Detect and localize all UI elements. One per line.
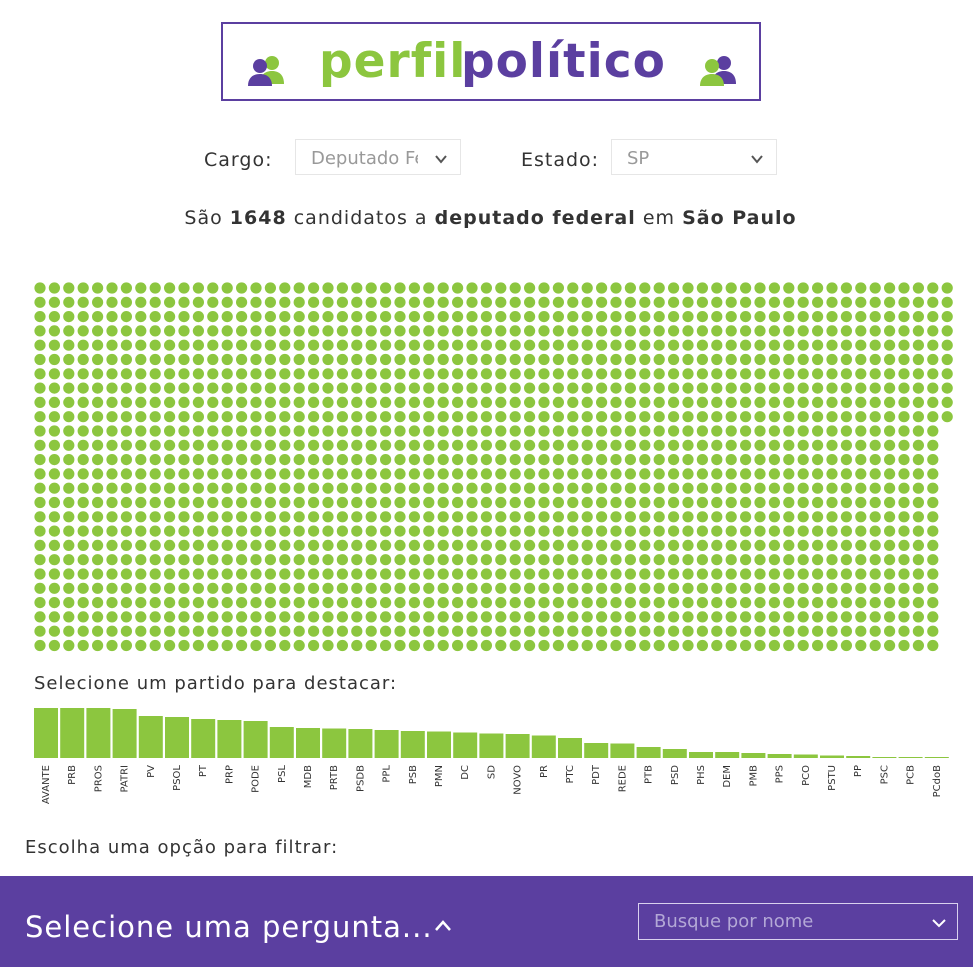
party-label-sd[interactable]: SD bbox=[486, 765, 497, 779]
party-label-dc[interactable]: DC bbox=[460, 765, 471, 780]
party-bar-pdt[interactable] bbox=[584, 743, 609, 758]
party-label-pcdob[interactable]: PCdoB bbox=[932, 765, 943, 797]
party-label-pps[interactable]: PPS bbox=[775, 765, 786, 783]
party-bar-prtb[interactable] bbox=[322, 728, 347, 759]
party-label-psdb[interactable]: PSDB bbox=[355, 765, 366, 792]
party-label-psd[interactable]: PSD bbox=[670, 765, 681, 785]
name-search-select[interactable]: Busque por nome bbox=[638, 903, 958, 940]
party-label-pmn[interactable]: PMN bbox=[434, 765, 445, 787]
party-label-avante[interactable]: AVANTE bbox=[41, 765, 52, 804]
party-bar-psl[interactable] bbox=[269, 727, 294, 758]
party-bar-pco[interactable] bbox=[793, 754, 818, 759]
party-bar-avante[interactable] bbox=[34, 708, 58, 758]
party-bar-rede[interactable] bbox=[610, 743, 635, 759]
party-label-ppl[interactable]: PPL bbox=[382, 765, 393, 783]
party-bar-psb[interactable] bbox=[400, 731, 425, 758]
party-bar-chart: AVANTE PRB PROS PATRI PV PSOL PT PRP PODE PSL MDB P… bbox=[34, 708, 949, 804]
party-label-pv[interactable]: PV bbox=[146, 765, 157, 778]
party-label-pco[interactable]: PCO bbox=[801, 765, 812, 786]
party-bar-prp[interactable] bbox=[217, 720, 242, 758]
party-bar-patri[interactable] bbox=[112, 709, 137, 758]
party-bar-pt[interactable] bbox=[191, 719, 216, 758]
party-bar-ptc[interactable] bbox=[558, 738, 582, 758]
party-bar-pr[interactable] bbox=[531, 735, 556, 759]
party-bar-sd[interactable] bbox=[479, 733, 504, 759]
party-label-ptb[interactable]: PTB bbox=[644, 765, 655, 784]
question-selector[interactable]: Selecione uma pergunta... bbox=[25, 910, 433, 944]
party-label-psc[interactable]: PSC bbox=[879, 765, 890, 784]
party-bar-pros[interactable] bbox=[86, 708, 111, 758]
party-label-pp[interactable]: PP bbox=[853, 765, 864, 777]
party-label-prp[interactable]: PRP bbox=[224, 765, 235, 784]
party-bar-pcdob[interactable] bbox=[924, 757, 949, 758]
party-bar-ppl[interactable] bbox=[374, 730, 399, 758]
party-label-pr[interactable]: PR bbox=[539, 765, 550, 778]
party-label-ptc[interactable]: PTC bbox=[565, 765, 576, 784]
party-label-pdt[interactable]: PDT bbox=[591, 764, 602, 785]
party-label-mdb[interactable]: MDB bbox=[303, 765, 314, 788]
party-bar-phs[interactable] bbox=[689, 752, 713, 758]
party-label-pros[interactable]: PROS bbox=[93, 765, 104, 792]
party-bar-psol[interactable] bbox=[165, 717, 189, 758]
party-label-novo[interactable]: NOVO bbox=[513, 765, 524, 795]
party-label-rede[interactable]: REDE bbox=[617, 765, 628, 792]
party-bar-pps[interactable] bbox=[767, 754, 792, 758]
party-label-pstu[interactable]: PSTU bbox=[827, 765, 838, 791]
party-label-pt[interactable]: PT bbox=[198, 764, 209, 777]
party-bar-pstu[interactable] bbox=[820, 755, 844, 759]
party-label-pode[interactable]: PODE bbox=[251, 765, 262, 793]
party-bar-psdb[interactable] bbox=[348, 729, 373, 758]
party-bar-psc[interactable] bbox=[872, 757, 897, 758]
party-bar-ptb[interactable] bbox=[636, 747, 661, 758]
party-bar-pv[interactable] bbox=[138, 716, 163, 758]
party-bar-pode[interactable] bbox=[243, 721, 268, 758]
party-label-psol[interactable]: PSOL bbox=[172, 765, 183, 791]
party-label-dem[interactable]: DEM bbox=[722, 765, 733, 788]
party-label-pmb[interactable]: PMB bbox=[748, 765, 759, 787]
party-label-patri[interactable]: PATRI bbox=[120, 765, 131, 792]
party-label-psb[interactable]: PSB bbox=[408, 765, 419, 784]
party-bar-prb[interactable] bbox=[60, 708, 85, 758]
party-label-prb[interactable]: PRB bbox=[67, 765, 78, 785]
filter-prompt: Escolha uma opção para filtrar: bbox=[25, 837, 339, 858]
question-footer: Selecione uma pergunta... Busque por nom… bbox=[0, 876, 973, 967]
party-label-phs[interactable]: PHS bbox=[696, 765, 707, 785]
party-bar-pmn[interactable] bbox=[427, 731, 451, 759]
chevron-up-icon[interactable] bbox=[434, 918, 452, 937]
party-bar-pp[interactable] bbox=[846, 756, 871, 758]
party-bar-pcb[interactable] bbox=[898, 757, 923, 758]
party-bar-dem[interactable] bbox=[715, 752, 740, 758]
party-label-prtb[interactable]: PRTB bbox=[329, 765, 340, 790]
party-bar-novo[interactable] bbox=[505, 734, 530, 758]
party-label-psl[interactable]: PSL bbox=[277, 765, 288, 783]
party-label-pcb[interactable]: PCB bbox=[906, 765, 917, 785]
party-bar-dc[interactable] bbox=[453, 732, 478, 759]
chevron-down-icon bbox=[931, 914, 947, 935]
party-bar-psd[interactable] bbox=[662, 749, 687, 758]
party-bar-pmb[interactable] bbox=[741, 753, 766, 758]
party-bar-mdb[interactable] bbox=[296, 728, 320, 758]
name-search-placeholder: Busque por nome bbox=[654, 911, 814, 932]
